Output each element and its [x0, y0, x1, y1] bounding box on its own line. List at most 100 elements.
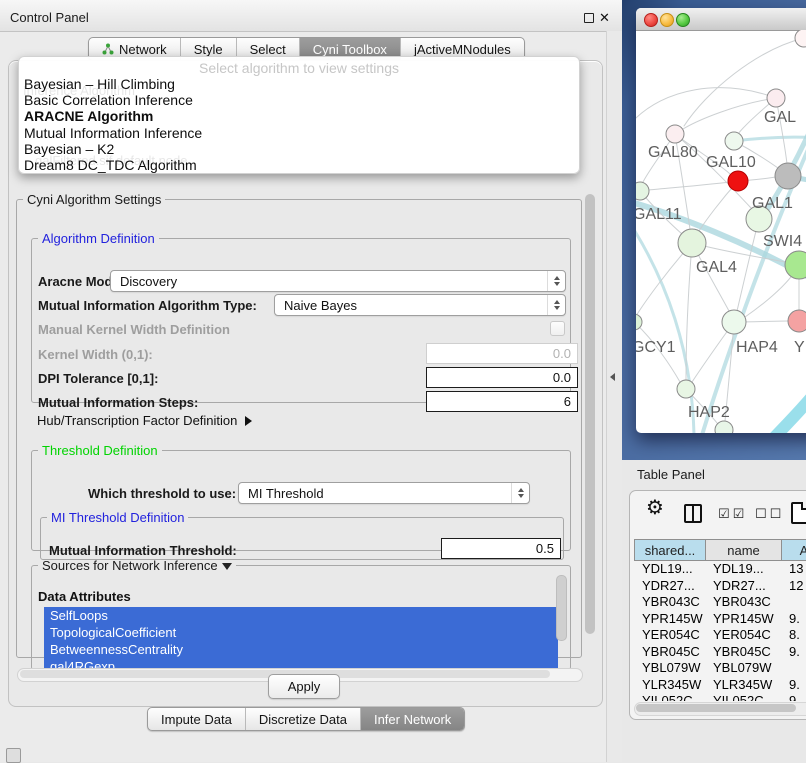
mi-threshold-field[interactable]: 0.5 — [441, 538, 561, 559]
network-edge — [734, 137, 806, 141]
zoom-window-icon[interactable] — [676, 13, 690, 27]
dpi-tolerance-field[interactable]: 0.0 — [426, 367, 578, 388]
mi-steps-field[interactable]: 6 — [426, 391, 578, 412]
table-panel-title: Table Panel — [637, 467, 705, 482]
checked-boxes-icon[interactable]: ☑☑ — [718, 506, 747, 522]
dropdown-item[interactable]: Mutual Information Inference — [19, 125, 579, 141]
data-attributes-label: Data Attributes — [38, 589, 131, 604]
network-view-window[interactable]: GALGAL80GAL10GAL1GAL11SWI4GAL4GCY1HAP4YH… — [636, 8, 806, 433]
control-panel-titlebar: Control Panel ✕ — [0, 0, 622, 32]
table-row[interactable]: YBR043C YBR043C — [634, 594, 806, 611]
aracne-mode-select[interactable]: Discovery — [110, 270, 566, 292]
tab-impute-data[interactable]: Impute Data — [148, 708, 246, 730]
document-icon[interactable] — [791, 502, 806, 524]
dropdown-item-list: Bayesian – Hill ClimbingBasic Correlatio… — [19, 76, 579, 173]
network-edge — [636, 225, 694, 433]
settings-vertical-scrollbar[interactable] — [584, 192, 597, 666]
splitter-collapse-arrow-icon[interactable] — [610, 373, 615, 381]
algorithm-definition-title: Algorithm Definition — [38, 231, 159, 246]
kernel-width-field[interactable]: 0.0 — [426, 343, 578, 364]
network-node-label: GAL1 — [752, 195, 793, 212]
close-icon[interactable]: ✕ — [599, 10, 610, 26]
network-desktop: GALGAL80GAL10GAL1GAL11SWI4GAL4GCY1HAP4YH… — [622, 0, 806, 460]
mi-algorithm-type-select[interactable]: Naive Bayes — [274, 294, 566, 316]
tab-discretize-data[interactable]: Discretize Data — [246, 708, 361, 730]
dropdown-item[interactable]: Basic Correlation Inference — [19, 92, 579, 108]
close-window-icon[interactable] — [644, 13, 658, 27]
sources-group: Sources for Network Inference Data Attri… — [31, 558, 571, 670]
which-threshold-select[interactable]: MI Threshold — [238, 482, 530, 504]
tab-infer-network[interactable]: Infer Network — [361, 708, 464, 730]
panel-splitter[interactable] — [606, 31, 623, 762]
panel-title: Control Panel — [10, 10, 89, 25]
dropdown-item[interactable]: Bayesian – K2 — [19, 141, 579, 157]
column-header-name[interactable]: name — [705, 539, 782, 561]
table-row[interactable]: YBL079W YBL079W — [634, 660, 806, 677]
network-node — [725, 132, 743, 150]
mi-type-label: Mutual Information Algorithm Type: — [38, 298, 257, 313]
table-row[interactable]: YDR27... YDR27... 12 — [634, 578, 806, 595]
network-node — [795, 30, 806, 47]
sources-title[interactable]: Sources for Network Inference — [38, 558, 236, 573]
table-panel-section: Table Panel ⚙ ☑☑ ☐☐ shared... name A YDL… — [622, 460, 806, 762]
network-node — [677, 380, 695, 398]
algorithm-dropdown: Select algorithm to view settings Infere… — [18, 56, 580, 174]
threshold-definition-group: Threshold Definition Which threshold to … — [31, 443, 571, 551]
network-node — [678, 229, 706, 257]
network-node — [785, 251, 806, 279]
network-node — [666, 125, 684, 143]
collapse-arrow-icon — [222, 563, 232, 570]
hub-definition-expander[interactable]: Hub/Transcription Factor Definition — [37, 413, 252, 428]
attribute-item[interactable]: TopologicalCoefficient — [44, 624, 558, 641]
table-horizontal-scrollbar[interactable] — [634, 702, 806, 716]
stepper-arrows-icon — [511, 483, 529, 503]
manual-kernel-checkbox[interactable] — [550, 321, 565, 336]
network-node — [636, 182, 649, 200]
bottom-tab-bar: Impute Data Discretize Data Infer Networ… — [147, 707, 465, 731]
column-header-shared-name[interactable]: shared... — [634, 539, 706, 561]
network-icon — [102, 43, 114, 55]
gear-icon[interactable]: ⚙ — [646, 495, 664, 520]
table-rows: YDL19... YDL19... 13 YDR27... YDR27... 1… — [634, 561, 806, 701]
attribute-item[interactable]: SelfLoops — [44, 607, 558, 624]
network-node-label: GAL11 — [636, 206, 682, 223]
table-row[interactable]: YDL19... YDL19... 13 — [634, 561, 806, 578]
cyni-algorithm-settings-group: Cyni Algorithm Settings Algorithm Defini… — [16, 192, 582, 658]
attribute-item[interactable]: BetweennessCentrality — [44, 641, 558, 658]
table-row[interactable]: YBR045C YBR045C 9. — [634, 644, 806, 661]
network-edge — [649, 181, 738, 190]
network-edge — [776, 98, 787, 164]
network-edge — [742, 372, 806, 433]
table-row[interactable]: YPR145W YPR145W 9. — [634, 611, 806, 628]
network-node-label: SWI4 — [763, 233, 802, 250]
network-svg[interactable]: GALGAL80GAL10GAL1GAL11SWI4GAL4GCY1HAP4YH… — [636, 30, 806, 433]
network-node-label: HAP2 — [688, 404, 730, 421]
unchecked-boxes-icon[interactable]: ☐☐ — [755, 506, 784, 522]
which-threshold-label: Which threshold to use: — [88, 486, 236, 501]
columns-icon[interactable] — [684, 504, 702, 523]
network-node-label: Y — [794, 339, 805, 356]
table-row[interactable]: YIL052C YIL052C 9. — [634, 693, 806, 701]
dropdown-item[interactable]: Dream8 DC_TDC Algorithm — [19, 157, 579, 173]
data-attributes-list[interactable]: SelfLoopsTopologicalCoefficientBetweenne… — [44, 607, 558, 677]
network-edge — [683, 98, 776, 129]
network-node-label: GAL10 — [706, 154, 756, 171]
network-node — [636, 314, 642, 330]
column-header-a[interactable]: A — [781, 539, 806, 561]
mi-threshold-title: MI Threshold Definition — [47, 510, 188, 525]
attribute-list-scrollbar[interactable] — [556, 575, 567, 641]
dropdown-item[interactable]: ARACNE Algorithm — [19, 108, 579, 124]
threshold-definition-title: Threshold Definition — [38, 443, 162, 458]
network-node — [775, 163, 801, 189]
table-row[interactable]: YLR345W YLR345W 9. — [634, 677, 806, 694]
network-window-titlebar[interactable] — [636, 8, 806, 31]
mi-threshold-definition-group: MI Threshold Definition Mutual Informati… — [40, 510, 564, 560]
dropdown-item[interactable]: Bayesian – Hill Climbing — [19, 76, 579, 92]
mi-threshold-label: Mutual Information Threshold: — [49, 543, 237, 558]
network-node-label: GCY1 — [636, 339, 676, 356]
panel-grip-icon[interactable] — [6, 748, 21, 763]
minimize-window-icon[interactable] — [660, 13, 674, 27]
float-panel-icon[interactable] — [584, 13, 594, 23]
apply-button[interactable]: Apply — [268, 674, 340, 699]
table-row[interactable]: YER054C YER054C 8. — [634, 627, 806, 644]
